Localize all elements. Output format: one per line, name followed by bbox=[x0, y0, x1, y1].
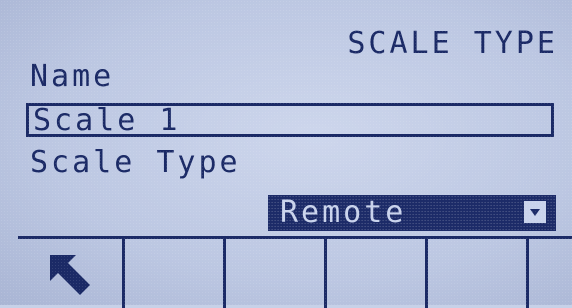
softkey-5[interactable] bbox=[428, 239, 526, 308]
softkey-3[interactable] bbox=[226, 239, 324, 308]
scale-type-label: Scale Type bbox=[30, 145, 241, 180]
back-arrow-icon bbox=[50, 255, 90, 295]
softkey-divider bbox=[526, 239, 529, 308]
name-field[interactable]: Scale 1 bbox=[26, 103, 554, 138]
softkey-bar bbox=[18, 236, 572, 308]
softkey-back[interactable] bbox=[18, 239, 122, 308]
name-field-value: Scale 1 bbox=[33, 103, 181, 138]
page-title: SCALE TYPE bbox=[347, 26, 558, 61]
softkey-4[interactable] bbox=[327, 239, 425, 308]
name-label: Name bbox=[30, 59, 115, 94]
softkey-2[interactable] bbox=[125, 239, 223, 308]
scale-type-select-value: Remote bbox=[280, 195, 407, 230]
lcd-screen: SCALE TYPE Name Scale 1 Scale Type Remot… bbox=[0, 0, 572, 308]
scale-type-select[interactable]: Remote bbox=[268, 195, 556, 231]
chevron-down-icon[interactable] bbox=[524, 201, 546, 223]
